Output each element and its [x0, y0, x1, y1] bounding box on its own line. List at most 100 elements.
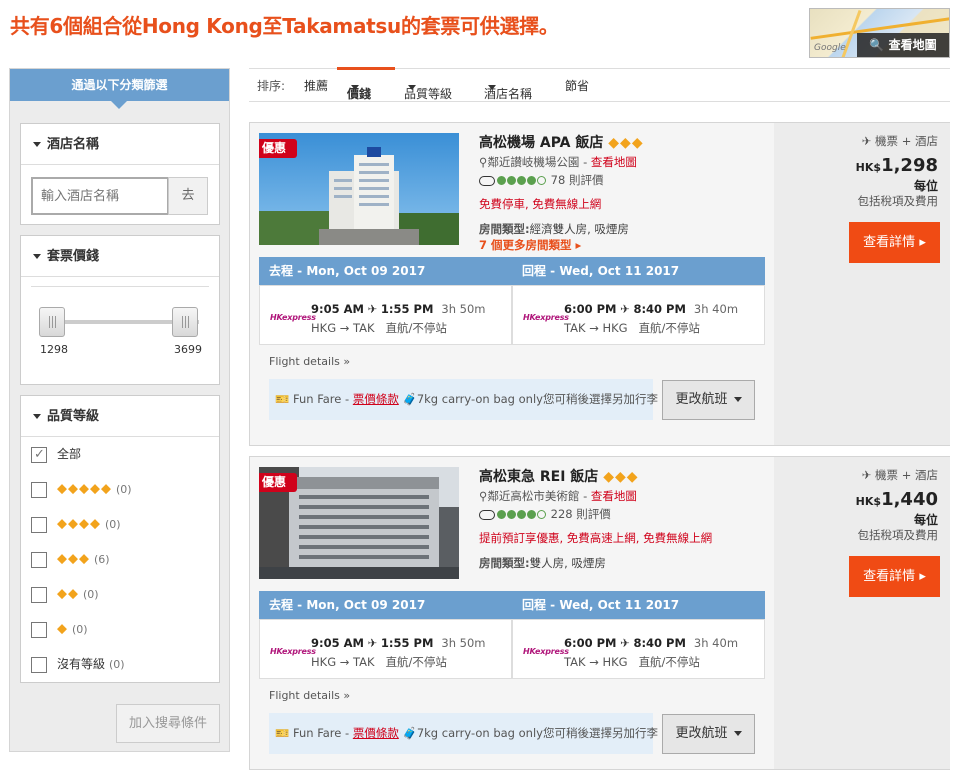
no-bag-icon: 🧳: [402, 726, 417, 740]
rating-option-all[interactable]: 全部: [31, 444, 82, 465]
flight-details-label: Flight details: [269, 689, 340, 702]
caret-down-icon: [488, 85, 496, 90]
inbound-flight: HKexpress 6:00 PM ✈ 8:40 PM 3h 40m TAK → …: [512, 285, 765, 345]
location-text: 鄰近讃岐機場公園: [487, 155, 580, 169]
arrive-time: 8:40 PM: [633, 302, 686, 316]
caret-down-icon: [733, 397, 742, 402]
caret-down-icon[interactable]: [33, 414, 41, 419]
rating-option-1[interactable]: ◆ (0): [31, 619, 88, 639]
rating-option-5[interactable]: ◆◆◆◆◆ (0): [31, 479, 132, 499]
rating-option-2[interactable]: ◆◆ (0): [31, 584, 99, 604]
diamond-rating-icon: ◆◆: [57, 586, 79, 602]
change-flight-button[interactable]: 更改航班: [662, 380, 755, 420]
hotel-name-title: 酒店名稱: [47, 137, 100, 152]
per-person-label: 每位: [913, 179, 938, 193]
diamond-rating-icon: ◆◆◆: [608, 135, 644, 151]
diamond-rating-icon: ◆: [57, 621, 68, 637]
more-room-types-link[interactable]: 7 個更多房間類型 ▸: [479, 237, 581, 253]
hotel-name-text: 高松機場 APA 飯店: [479, 135, 604, 151]
checkbox[interactable]: [31, 481, 47, 498]
checkbox[interactable]: [31, 621, 47, 638]
sort-recommended[interactable]: 推薦: [304, 77, 328, 94]
view-map-button[interactable]: 🔍 查看地圖: [857, 33, 949, 57]
tax-note: 包括稅項及費用: [857, 528, 939, 542]
caret-down-icon: [733, 731, 742, 736]
rating-count: (6): [94, 552, 110, 566]
sort-savings[interactable]: 節省: [565, 77, 589, 94]
depart-time: 6:00 PM: [564, 302, 617, 316]
checkbox[interactable]: [31, 445, 47, 465]
inbound-header: 回程 - Wed, Oct 11 2017: [512, 257, 765, 285]
hotel-photo[interactable]: 優惠: [259, 133, 459, 245]
flight-duration: 3h 40m: [693, 636, 739, 650]
room-type-value: 雙人房, 吸煙房: [529, 556, 606, 570]
arrive-time: 1:55 PM: [380, 636, 434, 650]
view-details-button[interactable]: 查看詳情 ▸: [849, 222, 940, 263]
rating-count: (0): [72, 622, 88, 636]
double-chevron-down-icon: »: [343, 689, 351, 702]
add-search-criteria-button[interactable]: 加入搜尋條件: [116, 704, 220, 743]
rating-count: (0): [83, 587, 99, 601]
price-slider-min-handle[interactable]: [39, 307, 65, 337]
rating-option-3[interactable]: ◆◆◆ (6): [31, 549, 110, 569]
depart-time: 6:00 PM: [564, 636, 617, 650]
hkexpress-logo: HKexpress: [523, 313, 569, 322]
flight-details-toggle[interactable]: Flight details »: [269, 355, 350, 368]
caret-down-icon[interactable]: [33, 254, 41, 259]
hotel-name-input[interactable]: [31, 177, 169, 215]
package-type: ✈ 機票 + 酒店: [862, 133, 938, 149]
fare-terms-link[interactable]: 票價條款: [353, 726, 399, 740]
rating-option-4[interactable]: ◆◆◆◆ (0): [31, 514, 121, 534]
flight-details-label: Flight details: [269, 355, 340, 368]
rating-option-none[interactable]: 沒有等級 (0): [31, 654, 125, 674]
package-type: ✈ 機票 + 酒店: [862, 467, 938, 483]
hotel-photo[interactable]: 優惠: [259, 467, 459, 579]
fare-terms-link[interactable]: 票價條款: [353, 392, 399, 406]
tripadvisor-rating[interactable]: 78 則評價: [479, 172, 603, 188]
checkbox[interactable]: [31, 551, 47, 568]
package-price: HK$1,440: [856, 489, 938, 510]
caret-down-icon[interactable]: [33, 142, 41, 147]
hkexpress-logo: HKexpress: [523, 647, 569, 656]
map-thumbnail[interactable]: Google 🔍 查看地圖: [809, 8, 950, 58]
tripadvisor-owl-icon: [479, 509, 495, 520]
baggage-note: 7kg carry-on bag only您可稍後選擇另加行李: [416, 392, 658, 406]
flight-route: HKG → TAK: [311, 655, 375, 669]
plane-icon: ✈: [620, 636, 630, 650]
view-details-button[interactable]: 查看詳情 ▸: [849, 556, 940, 597]
sort-label: 排序:: [257, 79, 286, 93]
view-map-link[interactable]: 查看地圖: [591, 155, 637, 169]
rating-label: 全部: [57, 447, 82, 461]
plane-icon: ✈: [620, 302, 630, 316]
view-map-link[interactable]: 查看地圖: [591, 489, 637, 503]
fare-name: Fun Fare -: [292, 726, 353, 740]
flight-type: 直航/不停站: [385, 655, 447, 669]
price-min-label: 1298: [40, 343, 68, 356]
room-type: 房間類型:雙人房, 吸煙房: [479, 555, 606, 571]
inbound-flight: HKexpress 6:00 PM ✈ 8:40 PM 3h 40m TAK → …: [512, 619, 765, 679]
flight-type: 直航/不停站: [638, 321, 700, 335]
diamond-rating-icon: ◆◆◆: [57, 551, 90, 567]
outbound-flight: HKexpress 9:05 AM ✈ 1:55 PM 3h 50m HKG → …: [259, 619, 512, 679]
arrive-time: 8:40 PM: [633, 636, 686, 650]
currency: HK$: [855, 495, 882, 508]
checkbox[interactable]: [31, 586, 47, 603]
chevron-right-icon: ▸: [575, 238, 582, 252]
fare-name: Fun Fare -: [292, 392, 353, 406]
view-details-label: 查看詳情: [863, 235, 916, 250]
hotel-name-text: 高松東急 REI 飯店: [479, 469, 599, 485]
change-flight-button[interactable]: 更改航班: [662, 714, 755, 754]
hotel-name[interactable]: 高松東急 REI 飯店 ◆◆◆: [479, 466, 639, 486]
hotel-name[interactable]: 高松機場 APA 飯店 ◆◆◆: [479, 132, 644, 152]
price-title: 套票價錢: [47, 249, 100, 264]
hotel-name-go-button[interactable]: 去: [168, 177, 208, 215]
flight-route: TAK → HKG: [564, 655, 628, 669]
change-flight-label: 更改航班: [675, 392, 728, 407]
arrive-time: 1:55 PM: [380, 302, 434, 316]
checkbox[interactable]: [31, 656, 47, 673]
tripadvisor-rating[interactable]: 228 則評價: [479, 506, 611, 522]
flight-details-toggle[interactable]: Flight details »: [269, 689, 350, 702]
checkbox[interactable]: [31, 516, 47, 533]
price-slider-max-handle[interactable]: [172, 307, 198, 337]
rating-title: 品質等級: [47, 409, 100, 424]
